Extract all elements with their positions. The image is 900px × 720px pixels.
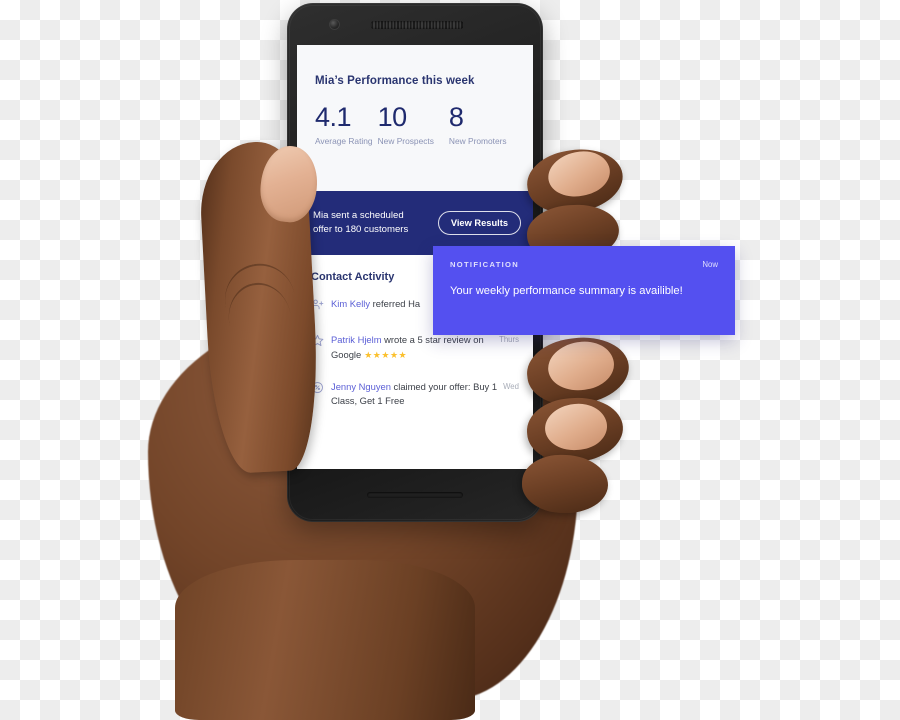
stat-new-promoters: 8 New Promoters <box>448 102 515 147</box>
earpiece-speaker-icon <box>370 21 464 29</box>
stat-average-rating: 4.1 Average Rating <box>315 102 378 147</box>
bottom-speaker-icon <box>367 492 463 498</box>
stat-value: 10 <box>377 102 408 132</box>
activity-actor[interactable]: Patrik Hjelm <box>331 334 382 345</box>
notification-message: Your weekly performance summary is avail… <box>450 285 683 297</box>
little-fingertip <box>542 400 610 454</box>
star-rating: ★★★★★ <box>364 349 408 360</box>
stat-label: Average Rating <box>315 136 373 147</box>
thumb-crease <box>218 257 296 315</box>
offer-banner-line2: offer to 180 customers <box>313 224 409 235</box>
view-results-button[interactable]: View Results <box>437 211 521 235</box>
offer-banner-text: Mia sent a scheduled offer to 180 custom… <box>313 209 438 237</box>
list-item[interactable]: Jenny Nguyen claimed your offer: Buy 1 C… <box>311 380 519 409</box>
stat-value: 4.1 <box>315 102 352 132</box>
person-add-icon <box>311 297 331 316</box>
performance-card: Mia’s Performance this week 4.1 Average … <box>297 45 533 191</box>
thumb-crease <box>222 277 292 333</box>
star-outline-icon <box>311 333 331 352</box>
notification-header: NOTIFICATION Now <box>450 260 718 269</box>
stat-value: 8 <box>448 102 464 132</box>
activity-description: referred Ha <box>370 298 421 309</box>
page-title: Mia’s Performance this week <box>315 75 475 87</box>
screenshot-stage: Mia’s Performance this week 4.1 Average … <box>0 0 900 720</box>
ring-fingertip <box>544 337 618 395</box>
offer-tag-icon <box>311 380 331 399</box>
activity-actor[interactable]: Jenny Nguyen <box>331 381 391 392</box>
activity-text: Patrik Hjelm wrote a 5 star review on Go… <box>331 333 499 363</box>
wrist <box>175 560 475 720</box>
stat-label: New Promoters <box>448 136 507 147</box>
index-fingertip <box>544 146 614 202</box>
activity-timestamp: Wed <box>503 381 519 391</box>
notification-timestamp: Now <box>702 260 718 269</box>
front-camera-icon <box>329 19 340 30</box>
notification-kicker: NOTIFICATION <box>450 260 520 269</box>
stat-new-prospects: 10 New Prospects <box>377 102 449 147</box>
notification-toast[interactable]: NOTIFICATION Now Your weekly performance… <box>433 246 735 335</box>
activity-actor[interactable]: Kim Kelly <box>331 298 370 309</box>
list-item[interactable]: Patrik Hjelm wrote a 5 star review on Go… <box>311 333 519 363</box>
stats-row: 4.1 Average Rating 10 New Prospects 8 Ne… <box>315 102 515 147</box>
offer-banner-line1: Mia sent a scheduled <box>313 210 404 222</box>
activity-text: Jenny Nguyen claimed your offer: Buy 1 C… <box>331 380 503 409</box>
stat-label: New Prospects <box>377 136 434 147</box>
